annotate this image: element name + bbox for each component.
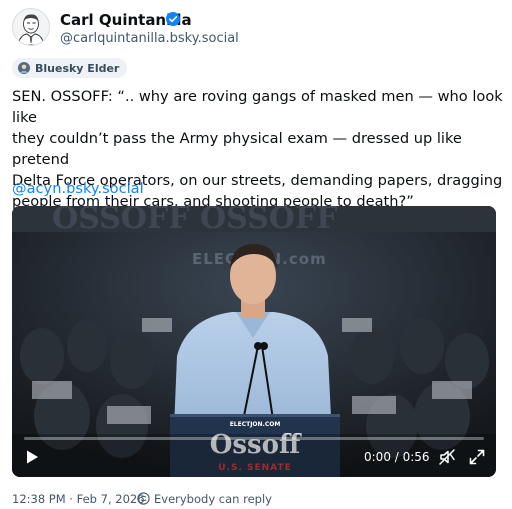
reply-setting-icon xyxy=(137,492,150,505)
volume-muted-icon[interactable] xyxy=(438,448,456,466)
play-icon[interactable] xyxy=(24,449,40,465)
badge-label: Bluesky Elder xyxy=(35,61,120,75)
fullscreen-icon[interactable] xyxy=(468,448,486,466)
post-text-line: SEN. OSSOFF: “.. why are roving gangs of… xyxy=(12,88,503,126)
time-readout: 0:00 / 0:56 xyxy=(364,450,430,464)
bluesky-elder-badge[interactable]: Bluesky Elder xyxy=(12,58,128,78)
reply-setting-label[interactable]: Everybody can reply xyxy=(154,492,272,506)
progress-bar[interactable] xyxy=(24,437,484,440)
author-avatar[interactable] xyxy=(12,8,50,46)
post-timestamp[interactable]: 12:38 PM · Feb 7, 2026 xyxy=(12,492,145,506)
verified-check-icon xyxy=(166,12,180,26)
svg-text:OSSOFF OSSOFF: OSSOFF OSSOFF xyxy=(52,206,338,236)
video-controls: 0:00 / 0:56 xyxy=(12,437,496,477)
video-player[interactable]: OSSOFF OSSOFF ELECTJON.com xyxy=(12,206,496,477)
mention-link[interactable]: @acyn.bsky.social xyxy=(12,180,144,197)
badge-avatar-icon xyxy=(18,62,30,74)
author-handle[interactable]: @carlquintanilla.bsky.social xyxy=(60,31,239,46)
post-card: Carl Quintanilla @carlquintanilla.bsky.s… xyxy=(0,0,512,509)
portrait-sketch-avatar xyxy=(13,9,49,45)
podium-small-text: ELECTJON.COM xyxy=(230,421,281,428)
post-text-line: they couldn’t pass the Army physical exa… xyxy=(12,130,462,168)
